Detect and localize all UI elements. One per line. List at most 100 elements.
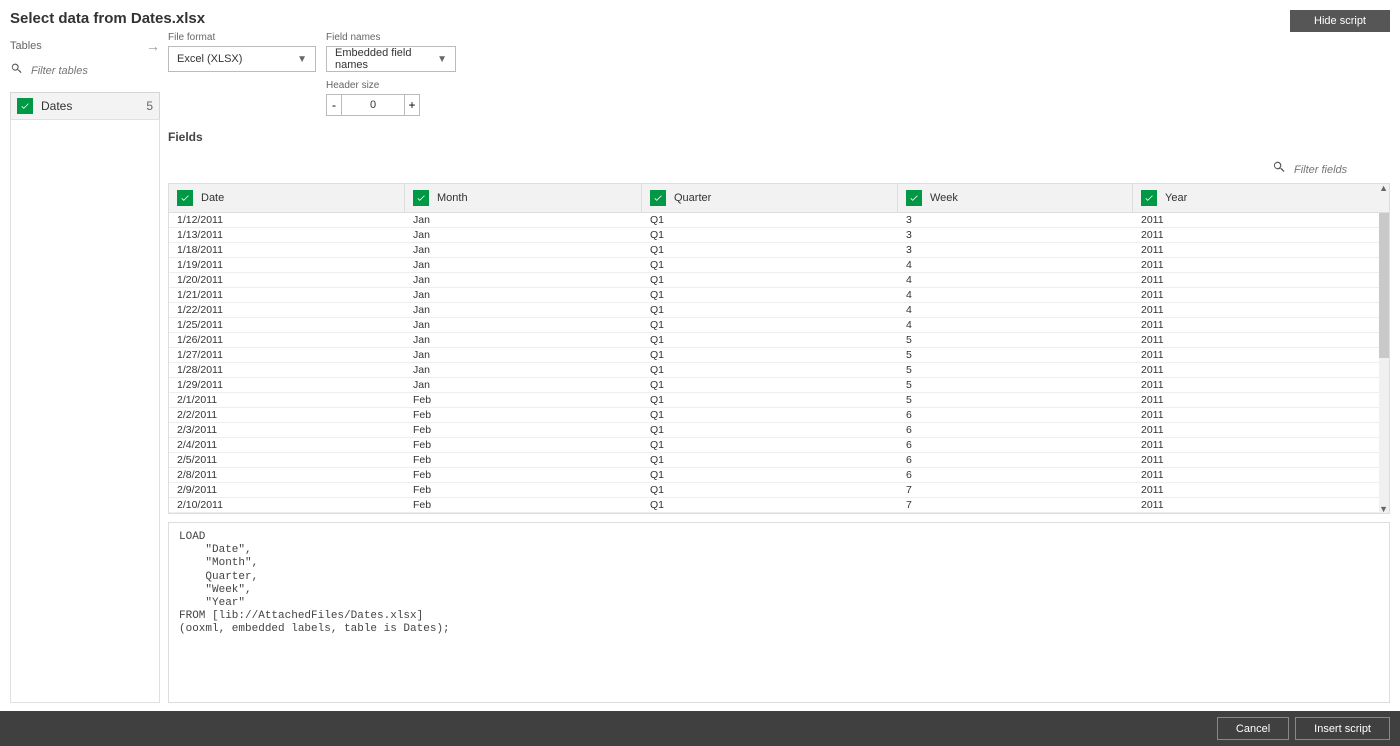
search-icon bbox=[1272, 160, 1286, 179]
cell-week: 3 bbox=[898, 228, 1133, 242]
table-row[interactable]: 1/27/2011JanQ152011 bbox=[169, 348, 1389, 363]
column-header-month[interactable]: Month bbox=[405, 184, 642, 212]
cell-month: Feb bbox=[405, 453, 642, 467]
table-row[interactable]: 1/22/2011JanQ142011 bbox=[169, 303, 1389, 318]
file-format-select[interactable]: Excel (XLSX) ▼ bbox=[168, 46, 316, 72]
file-format-label: File format bbox=[168, 32, 316, 43]
scrollbar-track[interactable] bbox=[1379, 213, 1389, 513]
table-row[interactable]: 2/2/2011FebQ162011 bbox=[169, 408, 1389, 423]
scroll-up-icon[interactable]: ▲ bbox=[1379, 183, 1388, 193]
filter-fields-input[interactable] bbox=[1292, 163, 1372, 177]
table-row[interactable]: 1/20/2011JanQ142011 bbox=[169, 273, 1389, 288]
table-item-count: 5 bbox=[146, 99, 153, 113]
cell-week: 4 bbox=[898, 288, 1133, 302]
cell-quarter: Q1 bbox=[642, 393, 898, 407]
cell-week: 4 bbox=[898, 303, 1133, 317]
field-names-value: Embedded field names bbox=[335, 47, 437, 71]
expand-tables-icon[interactable]: → bbox=[146, 38, 160, 54]
header-size-value: 0 bbox=[342, 94, 404, 116]
table-row[interactable]: 1/28/2011JanQ152011 bbox=[169, 363, 1389, 378]
table-row[interactable]: 2/9/2011FebQ172011 bbox=[169, 483, 1389, 498]
table-row[interactable]: 2/1/2011FebQ152011 bbox=[169, 393, 1389, 408]
cell-month: Feb bbox=[405, 483, 642, 497]
footer-bar: Cancel Insert script bbox=[0, 711, 1400, 746]
cell-quarter: Q1 bbox=[642, 423, 898, 437]
column-header-quarter[interactable]: Quarter bbox=[642, 184, 898, 212]
table-row[interactable]: 2/3/2011FebQ162011 bbox=[169, 423, 1389, 438]
cancel-button[interactable]: Cancel bbox=[1217, 717, 1289, 740]
cell-date: 1/27/2011 bbox=[169, 348, 405, 362]
table-row[interactable]: 1/13/2011JanQ132011 bbox=[169, 228, 1389, 243]
cell-week: 5 bbox=[898, 363, 1133, 377]
cell-year: 2011 bbox=[1133, 378, 1389, 392]
cell-week: 5 bbox=[898, 378, 1133, 392]
cell-date: 2/2/2011 bbox=[169, 408, 405, 422]
cell-month: Jan bbox=[405, 378, 642, 392]
table-header-row: Date Month Quarter Week Year bbox=[169, 184, 1389, 213]
check-icon[interactable] bbox=[17, 98, 33, 114]
cell-date: 2/9/2011 bbox=[169, 483, 405, 497]
cell-date: 1/13/2011 bbox=[169, 228, 405, 242]
stepper-plus-button[interactable]: + bbox=[404, 94, 420, 116]
cell-week: 6 bbox=[898, 438, 1133, 452]
column-label: Year bbox=[1165, 192, 1187, 204]
cell-month: Jan bbox=[405, 363, 642, 377]
cell-date: 1/29/2011 bbox=[169, 378, 405, 392]
table-row[interactable]: 1/21/2011JanQ142011 bbox=[169, 288, 1389, 303]
table-row[interactable]: 2/5/2011FebQ162011 bbox=[169, 453, 1389, 468]
tables-list-empty bbox=[10, 119, 160, 703]
cell-year: 2011 bbox=[1133, 423, 1389, 437]
page-title: Select data from Dates.xlsx bbox=[10, 10, 205, 27]
cell-year: 2011 bbox=[1133, 228, 1389, 242]
cell-date: 1/25/2011 bbox=[169, 318, 405, 332]
table-row[interactable]: 1/29/2011JanQ152011 bbox=[169, 378, 1389, 393]
tables-label: Tables bbox=[10, 40, 42, 52]
cell-year: 2011 bbox=[1133, 408, 1389, 422]
table-row[interactable]: 2/10/2011FebQ172011 bbox=[169, 498, 1389, 513]
cell-date: 2/4/2011 bbox=[169, 438, 405, 452]
stepper-minus-button[interactable]: - bbox=[326, 94, 342, 116]
table-row[interactable]: 1/12/2011JanQ132011 bbox=[169, 213, 1389, 228]
cell-week: 7 bbox=[898, 498, 1133, 512]
table-row[interactable]: 1/25/2011JanQ142011 bbox=[169, 318, 1389, 333]
hide-script-button[interactable]: Hide script bbox=[1290, 10, 1390, 32]
cell-week: 7 bbox=[898, 483, 1133, 497]
cell-year: 2011 bbox=[1133, 393, 1389, 407]
cell-month: Jan bbox=[405, 333, 642, 347]
table-item-dates[interactable]: Dates 5 bbox=[10, 92, 160, 120]
insert-script-button[interactable]: Insert script bbox=[1295, 717, 1390, 740]
field-names-select[interactable]: Embedded field names ▼ bbox=[326, 46, 456, 72]
cell-quarter: Q1 bbox=[642, 258, 898, 272]
cell-date: 1/22/2011 bbox=[169, 303, 405, 317]
cell-month: Jan bbox=[405, 303, 642, 317]
cell-month: Feb bbox=[405, 423, 642, 437]
check-icon[interactable] bbox=[413, 190, 429, 206]
check-icon[interactable] bbox=[650, 190, 666, 206]
scroll-down-icon[interactable]: ▼ bbox=[1379, 504, 1388, 514]
table-row[interactable]: 2/4/2011FebQ162011 bbox=[169, 438, 1389, 453]
cell-month: Feb bbox=[405, 498, 642, 512]
cell-month: Jan bbox=[405, 273, 642, 287]
cell-date: 1/20/2011 bbox=[169, 273, 405, 287]
table-row[interactable]: 1/19/2011JanQ142011 bbox=[169, 258, 1389, 273]
column-header-year[interactable]: Year bbox=[1133, 184, 1389, 212]
cell-date: 2/1/2011 bbox=[169, 393, 405, 407]
cell-week: 6 bbox=[898, 423, 1133, 437]
check-icon[interactable] bbox=[906, 190, 922, 206]
filter-tables-input[interactable] bbox=[29, 64, 129, 78]
cell-month: Jan bbox=[405, 228, 642, 242]
cell-year: 2011 bbox=[1133, 333, 1389, 347]
table-row[interactable]: 2/8/2011FebQ162011 bbox=[169, 468, 1389, 483]
column-header-week[interactable]: Week bbox=[898, 184, 1133, 212]
cell-quarter: Q1 bbox=[642, 438, 898, 452]
cell-date: 2/8/2011 bbox=[169, 468, 405, 482]
cell-year: 2011 bbox=[1133, 318, 1389, 332]
table-row[interactable]: 1/18/2011JanQ132011 bbox=[169, 243, 1389, 258]
check-icon[interactable] bbox=[177, 190, 193, 206]
cell-month: Jan bbox=[405, 243, 642, 257]
column-header-date[interactable]: Date bbox=[169, 184, 405, 212]
header-size-stepper: - 0 + bbox=[326, 94, 456, 116]
table-row[interactable]: 1/26/2011JanQ152011 bbox=[169, 333, 1389, 348]
check-icon[interactable] bbox=[1141, 190, 1157, 206]
scrollbar-thumb[interactable] bbox=[1379, 213, 1389, 358]
